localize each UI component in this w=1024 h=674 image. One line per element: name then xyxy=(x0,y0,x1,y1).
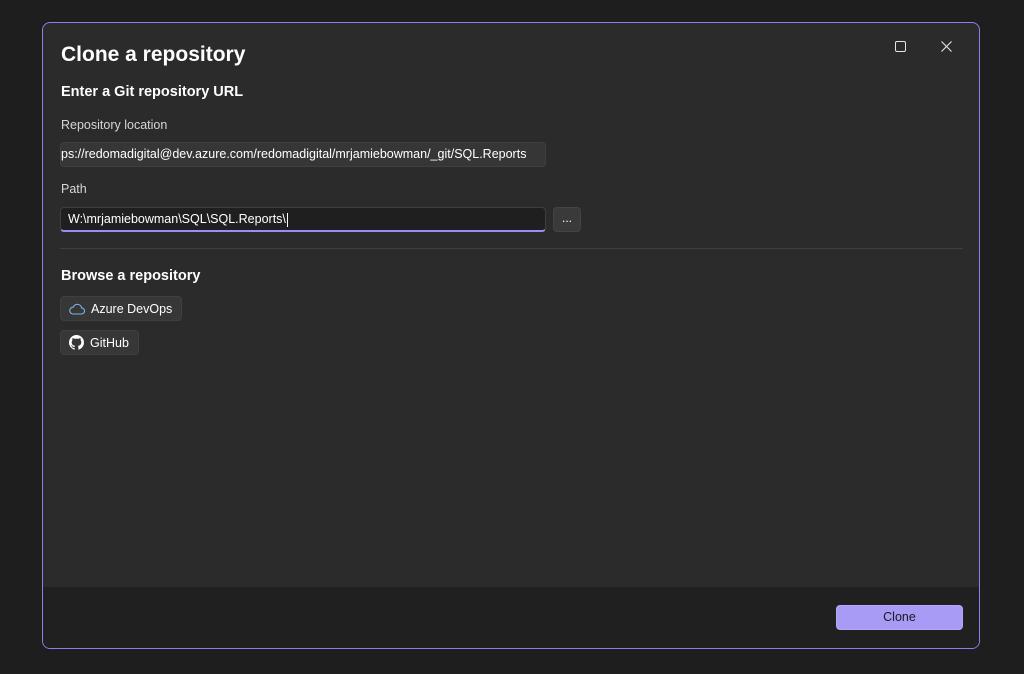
path-value: W:\mrjamiebowman\SQL\SQL.Reports\ xyxy=(68,212,286,226)
window-controls xyxy=(877,31,969,61)
maximize-button[interactable] xyxy=(877,31,923,61)
cloud-icon xyxy=(69,303,85,315)
repository-location-input[interactable]: ps://redomadigital@dev.azure.com/redomad… xyxy=(60,142,546,167)
browse-path-button[interactable]: ... xyxy=(553,207,581,232)
close-button[interactable] xyxy=(923,31,969,61)
browse-section-heading: Browse a repository xyxy=(61,268,201,284)
maximize-icon xyxy=(894,40,906,52)
close-icon xyxy=(940,40,952,52)
section-divider xyxy=(60,248,963,249)
github-button[interactable]: GitHub xyxy=(60,330,139,355)
clone-repository-dialog: Clone a repository Enter a Git repositor… xyxy=(42,22,980,649)
text-caret xyxy=(286,212,288,227)
azure-devops-button[interactable]: Azure DevOps xyxy=(60,296,183,321)
github-label: GitHub xyxy=(90,335,129,350)
github-icon xyxy=(69,335,84,350)
repository-location-label: Repository location xyxy=(61,118,168,132)
path-input[interactable]: W:\mrjamiebowman\SQL\SQL.Reports\ xyxy=(60,207,546,232)
repository-location-value: ps://redomadigital@dev.azure.com/redomad… xyxy=(61,147,527,161)
dialog-title: Clone a repository xyxy=(61,43,246,66)
path-label: Path xyxy=(61,182,87,196)
dialog-footer: Clone xyxy=(43,587,979,648)
azure-devops-label: Azure DevOps xyxy=(91,301,173,316)
url-section-heading: Enter a Git repository URL xyxy=(61,84,244,100)
clone-button[interactable]: Clone xyxy=(836,605,963,630)
